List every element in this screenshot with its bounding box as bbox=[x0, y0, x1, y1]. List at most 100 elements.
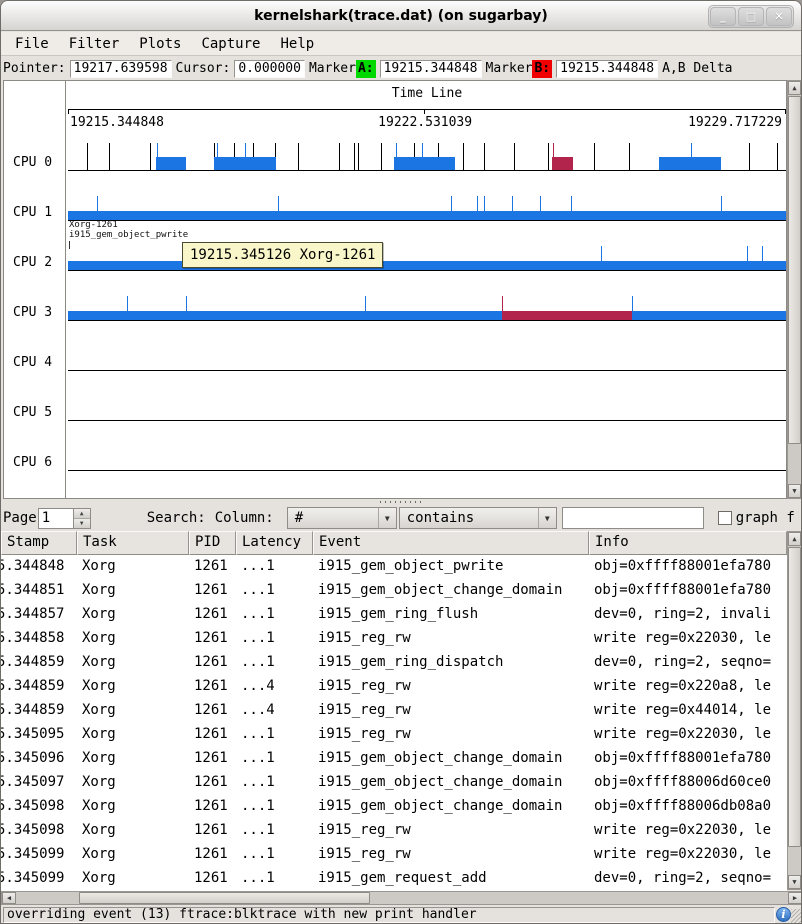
column-header-task[interactable]: Task bbox=[77, 531, 189, 555]
marker-b-badge[interactable]: B: bbox=[532, 60, 552, 78]
scroll-down-icon[interactable]: ▼ bbox=[788, 484, 801, 498]
cell-stamp: 5.344851 bbox=[1, 579, 77, 603]
table-row[interactable]: 5.344858Xorg1261...1i915_reg_rwwrite reg… bbox=[1, 627, 787, 651]
cpu-activity-bar-red bbox=[552, 157, 573, 170]
cell-info: obj=0xffff88001efa780 bbox=[589, 579, 787, 603]
menubar: File Filter Plots Capture Help bbox=[1, 32, 801, 56]
cpu-row[interactable] bbox=[68, 141, 786, 171]
event-tick bbox=[629, 143, 630, 170]
event-tick bbox=[97, 196, 98, 220]
page-spin-buttons: ▲ ▼ bbox=[74, 508, 91, 529]
cell-pid: 1261 bbox=[189, 603, 236, 627]
cell-task: Xorg bbox=[77, 603, 189, 627]
chevron-down-icon: ▼ bbox=[538, 508, 556, 528]
table-vscrollbar[interactable]: ▲ ▼ bbox=[787, 531, 802, 890]
menu-capture[interactable]: Capture bbox=[191, 34, 270, 54]
table-row[interactable]: 5.345098Xorg1261...1i915_reg_rwwrite reg… bbox=[1, 819, 787, 843]
menu-filter[interactable]: Filter bbox=[59, 34, 130, 54]
column-header-stamp[interactable]: Stamp bbox=[1, 531, 77, 555]
cell-info: dev=0, ring=2, seqno= bbox=[589, 867, 787, 887]
table-row[interactable]: 5.345097Xorg1261...1i915_gem_object_chan… bbox=[1, 771, 787, 795]
pointer-value: 19217.639598 bbox=[70, 60, 172, 78]
event-tick bbox=[777, 143, 778, 170]
column-header-event[interactable]: Event bbox=[313, 531, 589, 555]
cell-pid: 1261 bbox=[189, 675, 236, 699]
resize-grip[interactable] bbox=[791, 909, 801, 924]
column-header-latency[interactable]: Latency bbox=[236, 531, 313, 555]
page-spinner[interactable]: 1 ▲ ▼ bbox=[38, 508, 91, 529]
close-button[interactable]: ✕ bbox=[766, 7, 792, 26]
status-message: overriding event (13) ftrace:blktrace wi… bbox=[3, 907, 775, 923]
table-row[interactable]: 5.344851Xorg1261...1i915_gem_object_chan… bbox=[1, 579, 787, 603]
spin-up-icon[interactable]: ▲ bbox=[74, 509, 90, 519]
scroll-right-icon[interactable]: ▶ bbox=[788, 892, 802, 904]
cell-info: obj=0xffff88006d60ce0 bbox=[589, 771, 787, 795]
scroll-up-icon[interactable]: ▲ bbox=[788, 81, 801, 95]
page-value[interactable]: 1 bbox=[38, 508, 74, 529]
maximize-button[interactable]: □ bbox=[738, 7, 764, 26]
table-row[interactable]: 5.345098Xorg1261...1i915_gem_object_chan… bbox=[1, 795, 787, 819]
cpu-row[interactable] bbox=[68, 191, 786, 221]
cell-pid: 1261 bbox=[189, 627, 236, 651]
column-header-info[interactable]: Info bbox=[589, 531, 787, 555]
plot-area[interactable]: Time Line 19215.344848 19222.531039 1922… bbox=[68, 81, 786, 498]
menu-help[interactable]: Help bbox=[270, 34, 324, 54]
graph-follows-checkbox[interactable] bbox=[718, 511, 732, 525]
column-header-pid[interactable]: PID bbox=[189, 531, 236, 555]
cpu-label: CPU 0 bbox=[13, 155, 52, 170]
cell-stamp: 5.345096 bbox=[1, 747, 77, 771]
menu-file[interactable]: File bbox=[5, 34, 59, 54]
timeline-graph[interactable]: CPU 0CPU 1CPU 2CPU 3CPU 4CPU 5CPU 6 Time… bbox=[3, 80, 787, 499]
table-row[interactable]: 5.345099Xorg1261...1i915_reg_rwwrite reg… bbox=[1, 843, 787, 867]
table-row[interactable]: 5.345095Xorg1261...1i915_reg_rwwrite reg… bbox=[1, 723, 787, 747]
cpu-row[interactable] bbox=[68, 291, 786, 321]
time-axis bbox=[68, 109, 786, 110]
search-input[interactable] bbox=[562, 507, 704, 529]
table-row[interactable]: 5.344857Xorg1261...1i915_gem_ring_flushd… bbox=[1, 603, 787, 627]
event-tick bbox=[477, 196, 478, 220]
event-tick bbox=[540, 196, 541, 220]
marker-a-badge[interactable]: A: bbox=[356, 60, 376, 78]
annotation-tick bbox=[69, 241, 70, 249]
table-header: Stamp Task PID Latency Event Info bbox=[1, 531, 787, 555]
menu-plots[interactable]: Plots bbox=[129, 34, 191, 54]
cell-stamp: 5.345099 bbox=[1, 867, 77, 887]
cpu-row[interactable] bbox=[68, 341, 786, 371]
spin-down-icon[interactable]: ▼ bbox=[74, 519, 90, 528]
cell-stamp: 5.344858 bbox=[1, 627, 77, 651]
axis-tick bbox=[785, 109, 786, 114]
scroll-down-icon[interactable]: ▼ bbox=[788, 875, 801, 889]
chevron-down-icon: ▼ bbox=[378, 508, 396, 528]
graph-vscrollbar[interactable]: ▲ ▼ bbox=[787, 80, 802, 499]
operator-dropdown[interactable]: contains ▼ bbox=[399, 507, 557, 529]
cell-info: dev=0, ring=2, seqno= bbox=[589, 651, 787, 675]
cell-pid: 1261 bbox=[189, 771, 236, 795]
table-vscroll-thumb[interactable] bbox=[788, 547, 801, 847]
table-row[interactable]: 5.345099Xorg1261...1i915_gem_request_add… bbox=[1, 867, 787, 887]
table-row[interactable]: 5.344859Xorg1261...4i915_reg_rwwrite reg… bbox=[1, 675, 787, 699]
column-dropdown-value: # bbox=[288, 510, 378, 526]
table-row[interactable]: 5.345096Xorg1261...1i915_gem_object_chan… bbox=[1, 747, 787, 771]
cell-event: i915_reg_rw bbox=[313, 627, 589, 651]
axis-tick bbox=[68, 109, 69, 114]
table-hscroll-thumb[interactable] bbox=[79, 892, 370, 904]
cpu-row[interactable] bbox=[68, 441, 786, 471]
event-tick bbox=[451, 196, 452, 220]
table-row[interactable]: 5.344859Xorg1261...4i915_reg_rwwrite reg… bbox=[1, 699, 787, 723]
titlebar[interactable]: kernelshark(trace.dat) (on sugarbay) _ □… bbox=[1, 1, 801, 31]
minimize-button[interactable]: _ bbox=[710, 7, 736, 26]
table-row[interactable]: 5.344848Xorg1261...1i915_gem_object_pwri… bbox=[1, 555, 787, 579]
cpu-activity-bar bbox=[394, 157, 455, 170]
scroll-left-icon[interactable]: ◀ bbox=[2, 892, 16, 904]
cell-info: write reg=0x22030, le bbox=[589, 627, 787, 651]
column-dropdown[interactable]: # ▼ bbox=[287, 507, 397, 529]
cell-info: write reg=0x22030, le bbox=[589, 819, 787, 843]
cell-info: obj=0xffff88001efa780 bbox=[589, 747, 787, 771]
graph-vscroll-thumb[interactable] bbox=[788, 96, 801, 444]
scroll-up-icon[interactable]: ▲ bbox=[788, 532, 801, 546]
cell-stamp: 5.344859 bbox=[1, 699, 77, 723]
table-row[interactable]: 5.344859Xorg1261...1i915_gem_ring_dispat… bbox=[1, 651, 787, 675]
cpu-row[interactable] bbox=[68, 241, 786, 271]
cpu-row[interactable] bbox=[68, 391, 786, 421]
table-hscrollbar[interactable]: ◀ ▶ bbox=[1, 891, 802, 905]
